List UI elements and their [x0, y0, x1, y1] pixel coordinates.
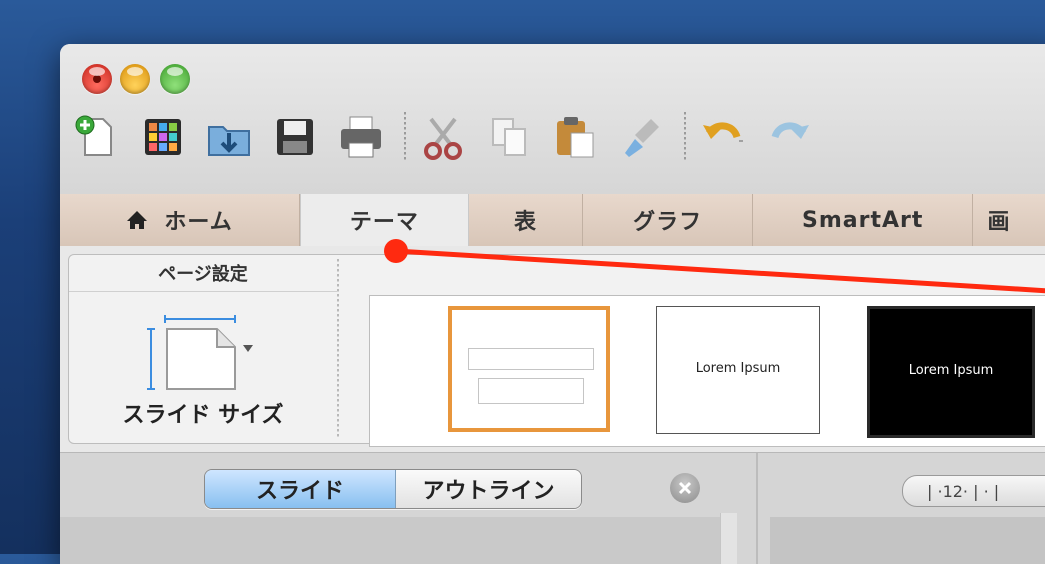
tab-next-label: 画: [987, 210, 1011, 235]
tab-smartart-label: SmartArt: [802, 207, 924, 233]
powerpoint-window: ホーム テーマ 表 グラフ SmartArt 画 ページ設定 スライド サイズ …: [60, 44, 1045, 564]
new-document-icon: [75, 115, 112, 156]
undo-icon: [703, 122, 743, 142]
copy-icon: [492, 118, 526, 156]
open-folder-icon: [208, 126, 250, 156]
open-button[interactable]: [200, 106, 258, 168]
format-painter-button[interactable]: [612, 106, 670, 168]
tab-theme[interactable]: テーマ: [300, 194, 469, 246]
cut-icon: [424, 117, 462, 160]
slide-thumbnail-list[interactable]: [60, 517, 720, 564]
pane-splitter[interactable]: [756, 453, 758, 564]
page-setup-title: ページ設定: [69, 255, 337, 292]
tab-table-label: 表: [514, 210, 538, 235]
toolbar-separator: [404, 112, 406, 162]
title-placeholder: [468, 348, 594, 370]
window-minimize-button[interactable]: [120, 64, 150, 94]
outline-view-toggle[interactable]: アウトライン: [396, 470, 581, 508]
view-segment-control: スライド アウトライン: [204, 469, 582, 509]
new-document-button[interactable]: [68, 106, 126, 168]
print-icon: [341, 116, 381, 158]
tab-next[interactable]: 画: [973, 194, 1045, 246]
tab-smartart[interactable]: SmartArt: [753, 194, 974, 246]
thumbnail-scrollbar[interactable]: [720, 513, 737, 564]
print-button[interactable]: [332, 106, 390, 168]
theme-gallery: Lorem Ipsum Lorem Ipsum: [369, 295, 1045, 447]
theme-white-text: Lorem Ipsum: [695, 361, 781, 376]
theme-thumbnail-blank[interactable]: [448, 306, 610, 432]
paste-button[interactable]: [546, 106, 604, 168]
redo-button[interactable]: [760, 106, 818, 168]
close-icon: [678, 481, 692, 495]
save-button[interactable]: [266, 106, 324, 168]
title-bar: [60, 44, 1045, 195]
window-close-button[interactable]: [82, 64, 112, 94]
editor-pane: スライド アウトライン | ·12· | · |: [60, 452, 1045, 564]
tab-chart-label: グラフ: [633, 210, 703, 235]
page-setup-group: ページ設定 スライド サイズ: [69, 255, 337, 443]
horizontal-ruler[interactable]: | ·12· | · |: [902, 475, 1045, 507]
tab-table[interactable]: 表: [469, 194, 584, 246]
tab-theme-label: テーマ: [349, 210, 419, 235]
ribbon-panel: ページ設定 スライド サイズ Lorem Ipsum Lorem Ipsum: [68, 254, 1045, 447]
ribbon: ページ設定 スライド サイズ Lorem Ipsum Lorem Ipsum: [60, 246, 1045, 452]
slide-canvas[interactable]: [770, 517, 1045, 564]
tab-chart[interactable]: グラフ: [583, 194, 753, 246]
slide-size-icon: [147, 315, 253, 390]
save-icon: [277, 119, 313, 155]
desktop-background: ホーム テーマ 表 グラフ SmartArt 画 ページ設定 スライド サイズ …: [0, 0, 1045, 564]
group-separator: [337, 259, 339, 439]
paste-icon: [557, 117, 594, 158]
home-icon: [127, 211, 148, 229]
slide-size-label: スライド サイズ: [122, 403, 284, 428]
cut-button[interactable]: [414, 106, 472, 168]
theme-thumbnail-white[interactable]: Lorem Ipsum: [656, 306, 820, 434]
format-painter-icon: [625, 119, 659, 157]
close-pane-button[interactable]: [670, 473, 700, 503]
slide-view-toggle[interactable]: スライド: [205, 470, 396, 508]
window-zoom-button[interactable]: [160, 64, 190, 94]
theme-black-text: Lorem Ipsum: [908, 363, 994, 378]
toolbar-separator: [684, 112, 686, 162]
ruler-text: | ·12· | · |: [927, 481, 1000, 501]
theme-thumbnail-black[interactable]: Lorem Ipsum: [867, 306, 1035, 438]
outline-view-label: アウトライン: [422, 479, 555, 504]
gallery-icon: [145, 119, 181, 155]
subtitle-placeholder: [478, 378, 584, 404]
ribbon-tab-bar: ホーム テーマ 表 グラフ SmartArt 画: [60, 194, 1045, 247]
tab-home-label: ホーム: [164, 210, 233, 235]
standard-toolbar: [68, 102, 1045, 172]
tab-home[interactable]: ホーム: [60, 194, 301, 246]
slide-view-label: スライド: [255, 479, 344, 504]
slide-size-button[interactable]: [145, 315, 257, 395]
undo-button[interactable]: [694, 106, 752, 168]
copy-button[interactable]: [480, 106, 538, 168]
gallery-button[interactable]: [134, 106, 192, 168]
redo-icon: [771, 122, 809, 139]
